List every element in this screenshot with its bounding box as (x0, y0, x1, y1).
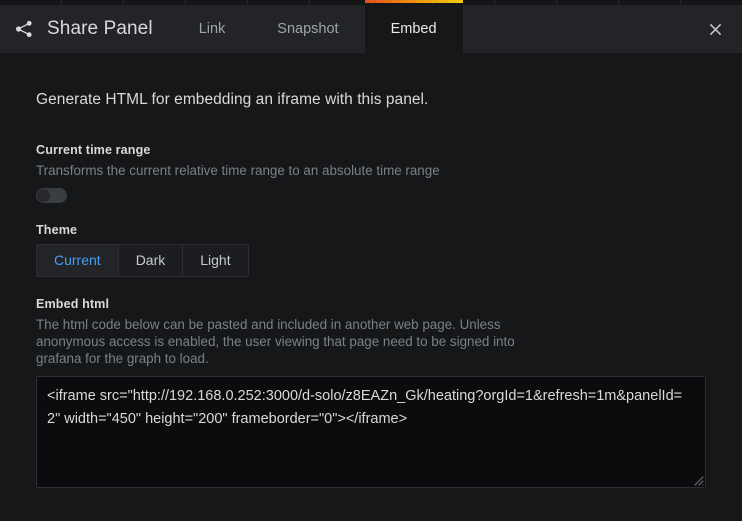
close-button[interactable] (692, 5, 738, 53)
current-time-range-label: Current time range (36, 143, 151, 157)
tab-embed[interactable]: Embed (364, 0, 463, 53)
share-nodes-icon (14, 19, 34, 39)
page-title: Share Panel (47, 18, 153, 39)
toggle-knob (37, 189, 50, 202)
share-panel-modal: Share Panel Link Snapshot Embed Generate… (0, 0, 742, 521)
field-embed-html: Embed html The html code below can be pa… (36, 297, 706, 488)
close-icon (708, 22, 723, 37)
embed-html-wrapper (36, 376, 706, 488)
theme-option-current[interactable]: Current (36, 244, 118, 277)
modal-body: Generate HTML for embedding an iframe wi… (0, 53, 742, 521)
embed-html-description: The html code below can be pasted and in… (36, 317, 515, 366)
current-time-range-toggle[interactable] (36, 188, 67, 203)
theme-option-light[interactable]: Light (182, 244, 249, 277)
theme-option-dark[interactable]: Dark (117, 244, 183, 277)
intro-text: Generate HTML for embedding an iframe wi… (36, 91, 429, 108)
header-spacer (463, 5, 692, 53)
embed-html-label: Embed html (36, 297, 110, 311)
theme-option-group: Current Dark Light (36, 244, 249, 277)
share-tabs: Link Snapshot Embed (173, 0, 463, 53)
field-current-time-range: Current time range Transforms the curren… (36, 143, 706, 203)
tab-snapshot[interactable]: Snapshot (251, 5, 364, 53)
embed-html-textarea[interactable] (36, 376, 706, 488)
current-time-range-description: Transforms the current relative time ran… (36, 163, 440, 178)
theme-label: Theme (36, 223, 78, 237)
modal-header: Share Panel Link Snapshot Embed (0, 0, 742, 53)
modal-title-block: Share Panel (0, 5, 173, 53)
tab-link[interactable]: Link (173, 5, 252, 53)
field-theme: Theme Current Dark Light (36, 223, 706, 277)
